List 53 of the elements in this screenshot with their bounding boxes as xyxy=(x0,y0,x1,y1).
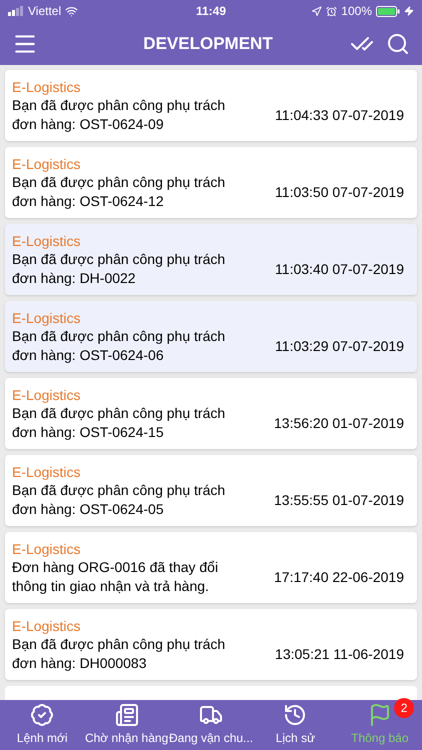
notification-card[interactable]: E-Logistics Bạn đã được phân công phụ trách đơn hàng: DH000083 13:05:21 11-06-2019 xyxy=(5,609,417,680)
carrier-name: Viettel xyxy=(28,3,62,20)
signal-icon xyxy=(8,6,24,16)
notification-source: E-Logistics xyxy=(12,463,82,481)
location-icon xyxy=(311,6,322,16)
notification-time: 11:04:33 07-07-2019 xyxy=(274,106,405,124)
truck-icon xyxy=(199,703,224,727)
newspaper-icon xyxy=(114,703,139,727)
charging-icon xyxy=(404,6,414,16)
notification-card[interactable]: E-Logistics Bạn đã được phân công phụ trách đơn hàng: OST-0624-05 13:55:55 01-07-2019 xyxy=(5,455,417,526)
notification-card[interactable]: E-Logistics Bạn đã được phân công phụ trách đơn hàng: OST-0624-09 11:04:33 07-07-2019 xyxy=(5,70,417,141)
notification-message: Bạn đã được phân công phụ trách đơn hàng: OST-0624-15 xyxy=(12,404,226,442)
clock: 11:49 xyxy=(196,3,226,20)
badge-icon xyxy=(30,703,54,727)
notification-card[interactable]: E-Logistics Bạn đã được phân công phụ trách đơn hàng: OST-0624-15 13:56:20 01-07-2019 xyxy=(5,378,417,449)
notification-time: 11:03:50 07-07-2019 xyxy=(274,182,405,202)
notification-source: E-Logistics xyxy=(12,540,82,558)
search-button[interactable] xyxy=(386,32,410,56)
notification-message: Bạn đã được phân công phụ trách đơn hàng: DH-0022 xyxy=(12,250,226,288)
notification-time: 13:55:55 01-07-2019 xyxy=(273,490,405,510)
notification-time: 13:05:21 11-06-2019 xyxy=(274,644,405,664)
notification-card[interactable]: E-Logistics Bạn đã được phân công phụ trách đơn hàng: OST-0624-06 11:03:29 07-07-2019 xyxy=(5,301,417,372)
notification-source: E-Logistics xyxy=(12,78,82,96)
notification-message: Bạn đã được phân công phụ trách đơn hàng: OST-0624-06 xyxy=(12,327,226,365)
battery-icon xyxy=(376,6,400,16)
notification-time: 13:56:20 01-07-2019 xyxy=(273,414,405,432)
notification-time: 11:03:40 07-07-2019 xyxy=(274,260,405,278)
tab[interactable]: Chờ nhận hàng xyxy=(84,700,169,750)
notification-card[interactable]: E-Logistics Bạn đã được phân công phụ trách đơn hàng: DH-0022 11:03:40 07-07-2019 xyxy=(5,224,417,295)
page-title: DEVELOPMENT xyxy=(142,32,274,55)
battery-percent: 100% xyxy=(341,3,372,20)
notification-source: E-Logistics xyxy=(12,386,82,404)
notification-source: E-Logistics xyxy=(12,155,82,173)
wifi-icon xyxy=(65,4,78,18)
notification-time: 11:03:29 07-07-2019 xyxy=(274,336,405,356)
notification-source: E-Logistics xyxy=(12,309,82,327)
tab[interactable]: Thông báo 2 xyxy=(338,700,422,750)
tab[interactable]: Lệnh mới xyxy=(0,700,84,750)
notification-message: Đơn hàng ORG-0016 đã thay đổi thông tin giao nhận và trả hàng. xyxy=(12,558,220,596)
notification-source: E-Logistics xyxy=(12,232,82,250)
tab[interactable]: Đang vận chu... xyxy=(168,700,254,750)
notification-message: Bạn đã được phân công phụ trách đơn hàng: DH000083 xyxy=(12,635,226,673)
notification-badge: 2 xyxy=(394,698,414,718)
alarm-icon xyxy=(326,6,338,16)
notification-message: Bạn đã được phân công phụ trách đơn hàng: OST-0624-12 xyxy=(12,173,226,211)
notification-card[interactable]: E-Logistics Đơn hàng ORG-0016 đã thay đổi thông tin giao nhận và trả hàng. 17:17:40 22-06-2019 xyxy=(5,532,417,603)
tab[interactable]: Lịch sử xyxy=(253,700,338,750)
notification-card[interactable]: E-Logistics Bạn đã được phân công phụ trách đơn hàng: OST-0624-12 11:03:50 07-07-2019 xyxy=(5,147,417,218)
notification-message: Bạn đã được phân công phụ trách đơn hàng: OST-0624-05 xyxy=(12,481,226,519)
notification-time: 17:17:40 22-06-2019 xyxy=(273,568,405,586)
notification-source: E-Logistics xyxy=(12,617,82,635)
notification-message: Bạn đã được phân công phụ trách đơn hàng: OST-0624-09 xyxy=(12,96,226,134)
history-icon xyxy=(283,703,308,727)
